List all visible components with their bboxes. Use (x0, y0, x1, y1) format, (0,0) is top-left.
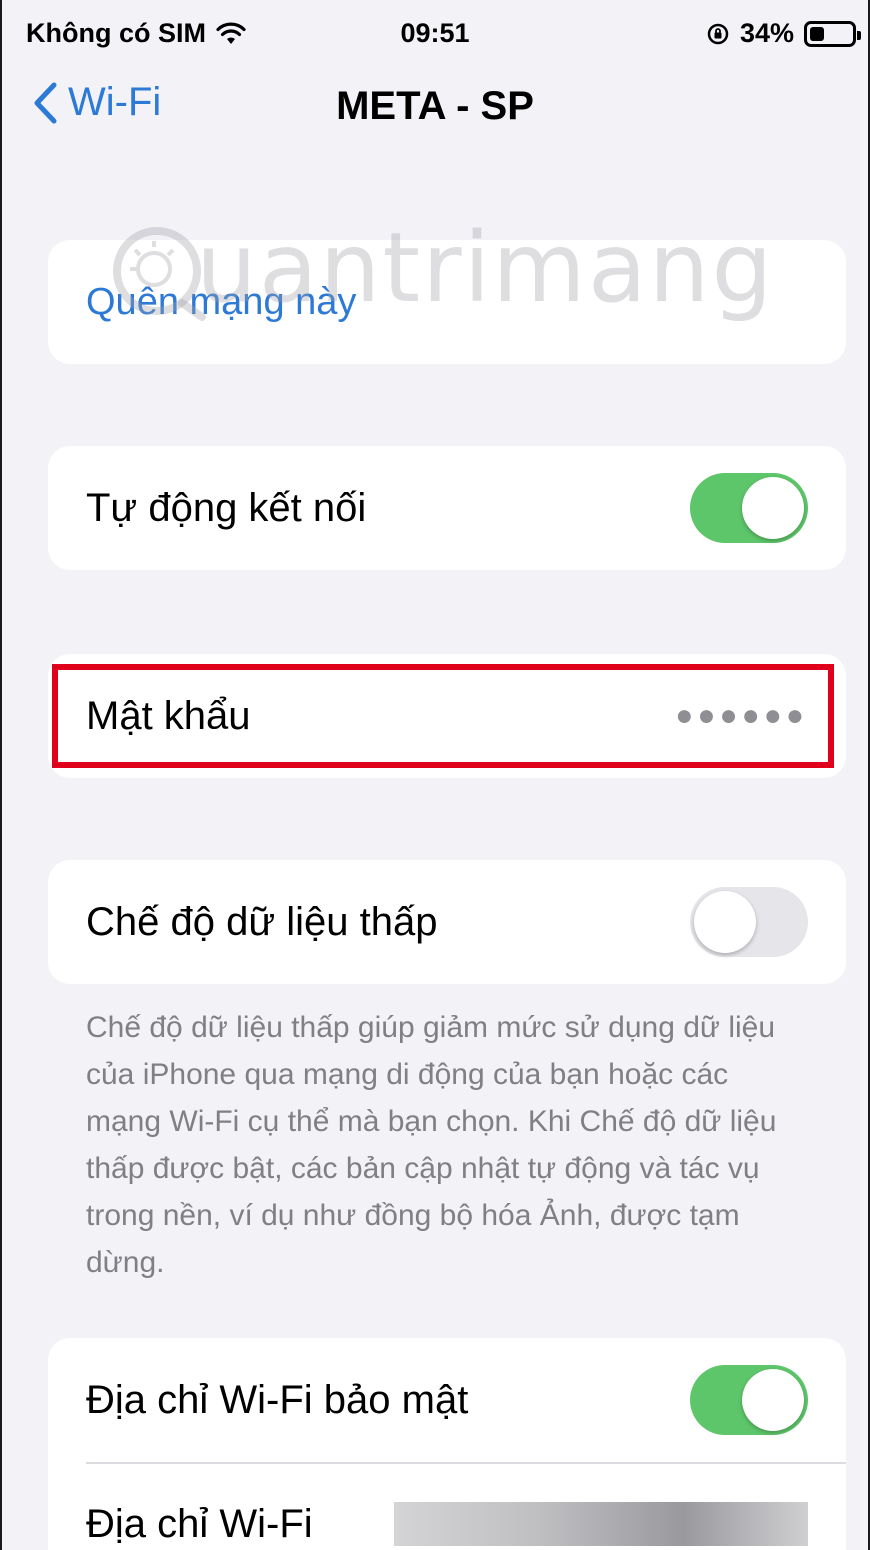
password-row[interactable]: Mật khẩu ●●●●●● (48, 654, 846, 778)
low-data-label: Chế độ dữ liệu thấp (86, 899, 438, 944)
auto-join-row: Tự động kết nối (48, 446, 846, 570)
low-data-row: Chế độ dữ liệu thấp (48, 860, 846, 984)
battery-percent: 34% (739, 18, 794, 48)
rotation-lock-icon (707, 23, 729, 44)
private-address-label: Địa chỉ Wi-Fi bảo mật (86, 1377, 469, 1422)
toggle-knob (742, 1369, 804, 1431)
password-label: Mật khẩu (86, 693, 251, 738)
toggle-knob (742, 477, 804, 539)
private-address-row: Địa chỉ Wi-Fi bảo mật (48, 1338, 846, 1462)
battery-fill (810, 26, 824, 41)
page-title: META - SP (336, 84, 534, 128)
low-data-description: Chế độ dữ liệu thấp giúp giảm mức sử dụn… (86, 1011, 777, 1279)
wifi-address-redacted (394, 1502, 808, 1546)
navigation-bar: Wi-Fi META - SP (2, 66, 868, 146)
battery-cap (857, 30, 861, 40)
battery-icon (804, 20, 861, 47)
forget-card: Quên mạng này (48, 240, 846, 364)
settings-screen: Không có SIM 09:51 34% Wi-Fi META - SP Q… (0, 0, 870, 1550)
forget-network-row[interactable]: Quên mạng này (48, 240, 846, 364)
toggle-knob (694, 891, 756, 953)
password-masked-value: ●●●●●● (675, 699, 808, 732)
status-right: 34% (706, 18, 861, 49)
forget-network-button[interactable]: Quên mạng này (86, 281, 356, 324)
wifi-address-label: Địa chỉ Wi-Fi (86, 1501, 313, 1546)
password-card: Mật khẩu ●●●●●● (48, 654, 846, 778)
auto-join-toggle[interactable] (690, 473, 808, 543)
status-bar: Không có SIM 09:51 34% (2, 0, 868, 66)
low-data-toggle[interactable] (690, 887, 808, 957)
private-address-toggle[interactable] (690, 1365, 808, 1435)
auto-join-label: Tự động kết nối (86, 485, 367, 530)
auto-join-card: Tự động kết nối (48, 446, 846, 570)
wifi-address-row: Địa chỉ Wi-Fi (48, 1462, 846, 1550)
low-data-card: Chế độ dữ liệu thấp (48, 860, 846, 984)
address-card: Địa chỉ Wi-Fi bảo mật Địa chỉ Wi-Fi (48, 1338, 846, 1550)
